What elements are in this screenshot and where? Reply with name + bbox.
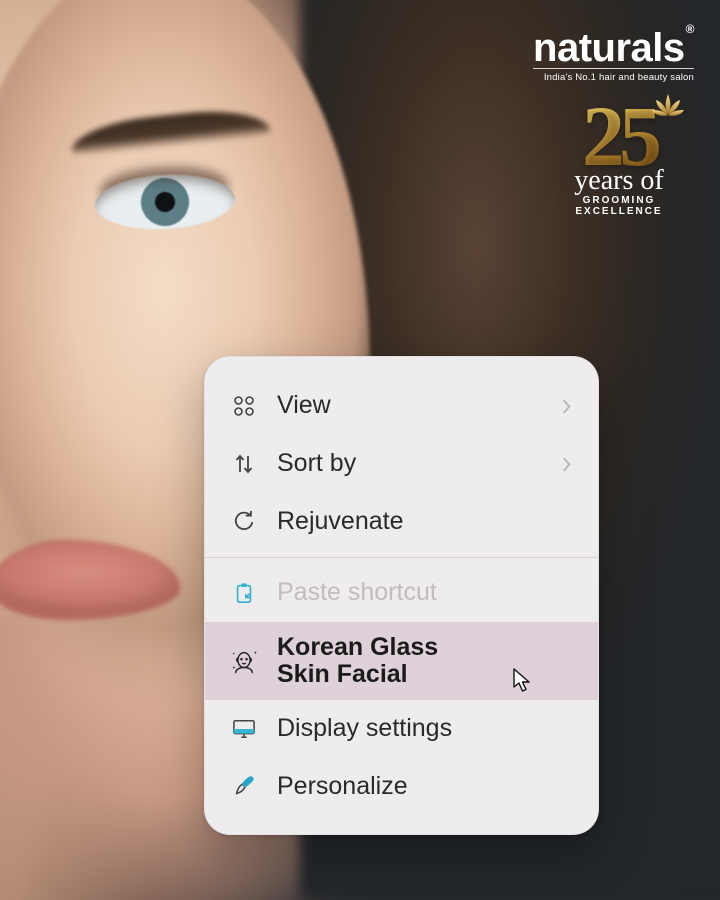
brand-name: naturals® (533, 24, 694, 66)
menu-item-label: Sort by (277, 450, 543, 478)
menu-item-label: Display settings (277, 715, 572, 743)
menu-item-paste-shortcut: Paste shortcut (205, 564, 598, 622)
clipboard-icon (229, 578, 259, 608)
menu-item-view[interactable]: View (205, 377, 598, 435)
brand-logo: naturals® India's No.1 hair and beauty s… (533, 24, 694, 83)
brand-name-text: naturals (533, 26, 685, 70)
context-menu[interactable]: View Sort by Rejuvenate (204, 356, 599, 835)
menu-separator (205, 557, 598, 558)
lotus-icon (650, 92, 686, 122)
anniversary-badge: 25 years of GROOMING EXCELLENCE (544, 100, 694, 217)
grid-icon (229, 391, 259, 421)
menu-item-label: Personalize (277, 773, 572, 801)
facial-icon (229, 646, 259, 676)
anniversary-sub1: GROOMING (544, 195, 694, 206)
chevron-right-icon (561, 398, 572, 415)
menu-item-rejuvenate[interactable]: Rejuvenate (205, 493, 598, 551)
menu-item-personalize[interactable]: Personalize (205, 758, 598, 816)
display-icon (229, 714, 259, 744)
menu-item-label: Rejuvenate (277, 508, 572, 536)
registered-mark: ® (686, 22, 694, 36)
anniversary-sub2: EXCELLENCE (544, 206, 694, 217)
menu-item-label: Paste shortcut (277, 579, 572, 607)
menu-item-korean-glass-skin-facial[interactable]: Korean Glass Skin Facial (205, 622, 598, 700)
brush-icon (229, 772, 259, 802)
menu-item-display-settings[interactable]: Display settings (205, 700, 598, 758)
menu-item-label: View (277, 392, 543, 420)
sort-icon (229, 449, 259, 479)
chevron-right-icon (561, 456, 572, 473)
menu-item-sort-by[interactable]: Sort by (205, 435, 598, 493)
refresh-icon (229, 507, 259, 537)
brand-tagline: India's No.1 hair and beauty salon (533, 68, 694, 83)
cursor-icon (512, 668, 534, 694)
